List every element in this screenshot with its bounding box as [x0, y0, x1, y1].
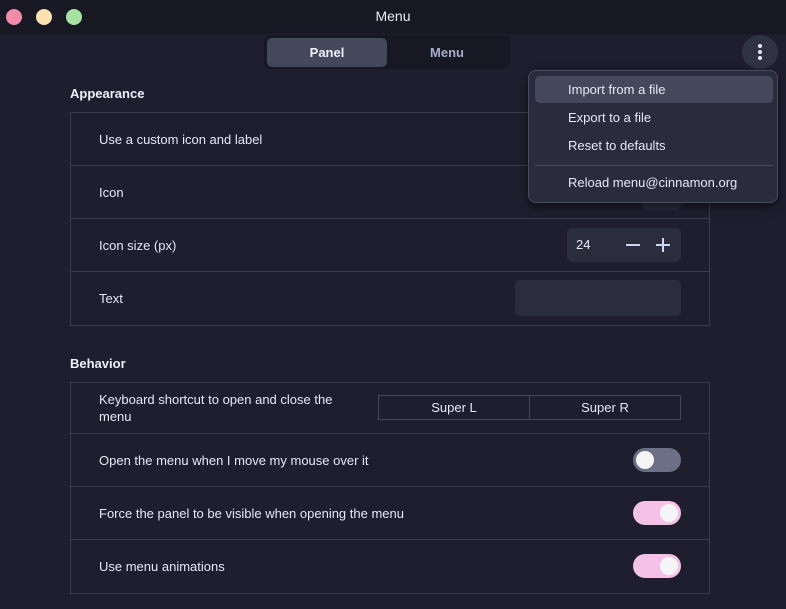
shortcut-buttons: Super L Super R	[378, 395, 681, 420]
force-panel-toggle[interactable]	[633, 501, 681, 525]
icon-size-row: Icon size (px) 24	[71, 219, 709, 272]
menu-separator	[535, 165, 773, 166]
animations-label: Use menu animations	[99, 559, 225, 574]
shortcut-label: Keyboard shortcut to open and close the …	[99, 392, 333, 424]
behavior-panel: Keyboard shortcut to open and close the …	[70, 382, 710, 594]
force-panel-label: Force the panel to be visible when openi…	[99, 505, 404, 521]
appearance-heading: Appearance	[70, 86, 145, 101]
more-options-button[interactable]	[742, 35, 778, 69]
import-menu-item[interactable]: Import from a file	[535, 76, 773, 103]
icon-size-label: Icon size (px)	[99, 237, 177, 253]
hover-open-row: Open the menu when I move my mouse over …	[71, 434, 709, 487]
reload-menu-item[interactable]: Reload menu@cinnamon.org	[535, 169, 773, 196]
options-popover: Import from a file Export to a file Rese…	[528, 70, 778, 203]
title-bar: Menu	[0, 0, 786, 34]
hover-open-toggle[interactable]	[633, 448, 681, 472]
behavior-heading: Behavior	[70, 356, 126, 371]
shortcut-primary-button[interactable]: Super L	[379, 396, 529, 419]
export-menu-item[interactable]: Export to a file	[535, 104, 773, 131]
force-panel-row: Force the panel to be visible when openi…	[71, 487, 709, 540]
tab-switcher: Panel Menu	[264, 35, 510, 69]
reset-menu-item[interactable]: Reset to defaults	[535, 132, 773, 159]
shortcut-row: Keyboard shortcut to open and close the …	[71, 383, 709, 434]
icon-label: Icon	[99, 184, 124, 200]
decrement-icon[interactable]	[626, 244, 640, 246]
tab-menu[interactable]: Menu	[387, 38, 507, 67]
custom-icon-label: Use a custom icon and label	[99, 131, 263, 147]
window-title: Menu	[375, 8, 411, 24]
tab-panel[interactable]: Panel	[267, 38, 387, 67]
kebab-vertical-icon	[758, 44, 762, 48]
text-input[interactable]	[515, 280, 681, 316]
text-label: Text	[99, 291, 123, 306]
hover-open-label: Open the menu when I move my mouse over …	[99, 452, 369, 468]
shortcut-secondary-button[interactable]: Super R	[529, 396, 680, 419]
animations-toggle[interactable]	[633, 554, 681, 578]
text-row: Text	[71, 272, 709, 325]
icon-size-value[interactable]: 24	[576, 237, 590, 252]
animations-row: Use menu animations	[71, 540, 709, 593]
icon-size-spinbutton[interactable]: 24	[567, 228, 681, 262]
